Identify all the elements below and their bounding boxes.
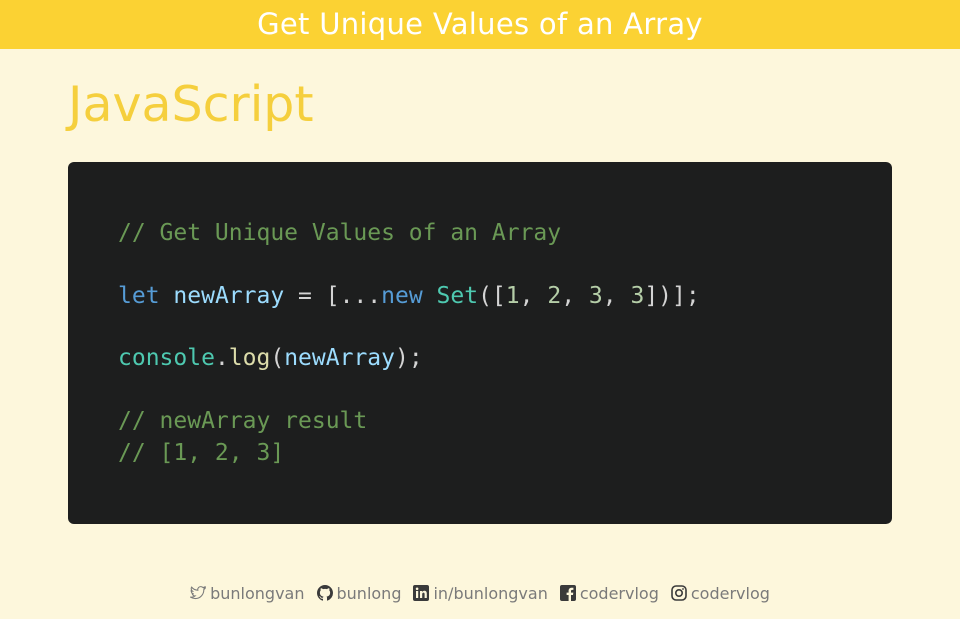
function-name: log (228, 345, 271, 371)
code-punctuation: ])]; (644, 283, 700, 309)
code-punctuation: ( (270, 345, 285, 371)
twitter-handle: bunlongvan (210, 583, 305, 603)
instagram-link[interactable]: codervlog (671, 584, 770, 603)
number-literal: 2 (547, 283, 562, 309)
console-object: console (118, 345, 215, 371)
code-comment-line: // Get Unique Values of an Array (118, 220, 562, 246)
github-icon (316, 585, 333, 601)
page-title: Get Unique Values of an Array (257, 7, 703, 41)
linkedin-link[interactable]: in/bunlongvan (413, 583, 548, 603)
code-comment-line: // [1, 2, 3] (118, 440, 285, 466)
code-line-declaration: let newArray = [...new Set([1, 2, 3, 3])… (118, 282, 700, 310)
facebook-icon (559, 585, 576, 601)
facebook-handle: codervlog (579, 583, 659, 603)
code-punctuation: = [... (284, 283, 382, 309)
code-punctuation: , (519, 283, 548, 309)
class-name: Set (436, 283, 479, 309)
keyword-new: new (381, 283, 423, 309)
linkedin-handle: in/bunlongvan (433, 583, 548, 603)
code-punctuation: ); (394, 345, 423, 371)
instagram-handle: codervlog (690, 583, 770, 603)
header-bar: Get Unique Values of an Array (0, 0, 960, 49)
code-comment-line: // newArray result (118, 408, 368, 434)
instagram-icon (671, 585, 687, 601)
linkedin-icon (413, 585, 430, 601)
language-title: JavaScript (68, 76, 314, 133)
github-handle: bunlong (336, 583, 402, 603)
keyword-let: let (118, 283, 160, 309)
twitter-link[interactable]: bunlongvan (190, 583, 305, 603)
twitter-icon (190, 586, 207, 600)
code-punctuation: ([ (478, 283, 506, 309)
code-punctuation: , (561, 283, 589, 309)
variable-name: newArray (284, 345, 395, 371)
number-literal: 1 (505, 283, 520, 309)
number-literal: 3 (588, 283, 603, 309)
code-punctuation: , (602, 283, 631, 309)
facebook-link[interactable]: codervlog (559, 583, 659, 603)
number-literal: 3 (630, 283, 645, 309)
code-line-log: console.log(newArray); (118, 344, 423, 372)
code-block: // Get Unique Values of an Array let new… (68, 162, 892, 524)
github-link[interactable]: bunlong (316, 583, 402, 603)
code-punctuation: . (214, 345, 229, 371)
variable-name: newArray (173, 283, 285, 309)
social-footer: bunlongvan bunlong in/bunlongvan codervl… (0, 580, 960, 606)
